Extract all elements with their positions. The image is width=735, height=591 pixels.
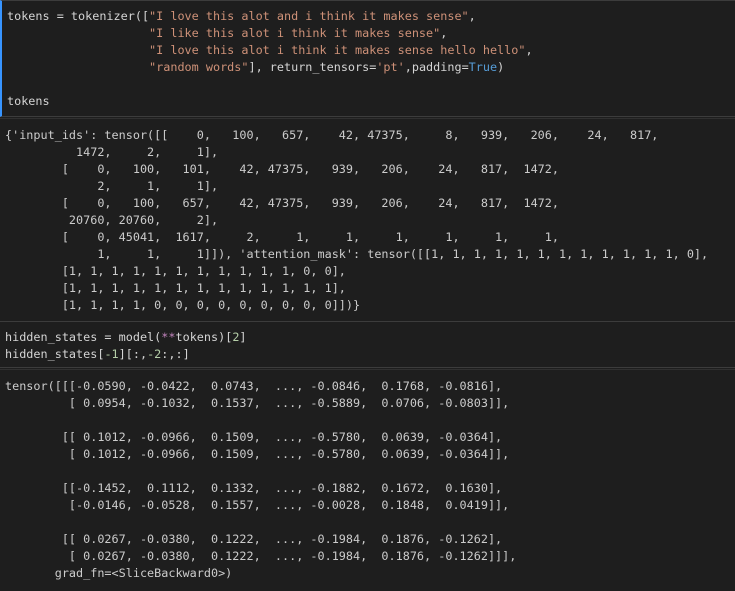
code-token: "random words" bbox=[149, 60, 249, 74]
code-editor-hidden-states[interactable]: hidden_states = model(**tokens)[2] hidden… bbox=[0, 322, 735, 363]
output-text-hidden-states: tensor([[[-0.0590, -0.0422, 0.0743, ...,… bbox=[0, 370, 735, 582]
code-token: "I love this alot and i think it makes s… bbox=[149, 9, 469, 23]
output-line: 1472, 2, 1], bbox=[5, 145, 219, 159]
output-line: [[ 0.1012, -0.0966, 0.1509, ..., -0.5780… bbox=[5, 430, 503, 444]
code-token: "I love this alot i think it makes sense… bbox=[149, 43, 526, 57]
code-token: tokens bbox=[7, 94, 50, 108]
code-line: tokens bbox=[7, 93, 735, 110]
code-line: "random words"], return_tensors='pt',pad… bbox=[7, 59, 735, 76]
code-token: , bbox=[468, 9, 476, 23]
output-line: [ 0.0954, -0.1032, 0.1537, ..., -0.5889,… bbox=[5, 396, 510, 410]
output-line: [ 0.1012, -0.0966, 0.1509, ..., -0.5780,… bbox=[5, 447, 510, 461]
output-line: {'input_ids': tensor([[ 0, 100, 657, 42,… bbox=[5, 128, 659, 142]
code-line: "I love this alot i think it makes sense… bbox=[7, 42, 735, 59]
code-token: -2 bbox=[147, 347, 162, 361]
code-token: ) bbox=[497, 60, 505, 74]
output-text-tokens: {'input_ids': tensor([[ 0, 100, 657, 42,… bbox=[0, 119, 735, 314]
code-token: 'pt' bbox=[376, 60, 405, 74]
output-line: [1, 1, 1, 1, 0, 0, 0, 0, 0, 0, 0, 0, 0]]… bbox=[5, 298, 361, 312]
code-token: ], return_tensors= bbox=[248, 60, 377, 74]
output-line: 2, 1, 1], bbox=[5, 179, 219, 193]
code-token: , bbox=[525, 43, 533, 57]
output-line: [[ 0.0267, -0.0380, 0.1222, ..., -0.1984… bbox=[5, 532, 503, 546]
code-cell-hidden-states[interactable]: hidden_states = model(**tokens)[2] hidden… bbox=[0, 321, 735, 368]
code-line: tokens = tokenizer(["I love this alot an… bbox=[7, 8, 735, 25]
output-line: [ 0, 100, 657, 42, 47375, 939, 206, 24, … bbox=[5, 196, 559, 210]
code-token: ** bbox=[161, 330, 176, 344]
code-token: tokens = tokenizer([ bbox=[7, 9, 150, 23]
code-token: ] bbox=[239, 330, 247, 344]
code-token: "I like this alot i think it makes sense… bbox=[149, 26, 441, 40]
code-token: ,padding= bbox=[404, 60, 469, 74]
output-line: [ 0, 45041, 1617, 2, 1, 1, 1, 1, 1, 1, bbox=[5, 230, 559, 244]
output-line: 20760, 20760, 2], bbox=[5, 213, 219, 227]
output-line: [ 0, 100, 101, 42, 47375, 939, 206, 24, … bbox=[5, 162, 559, 176]
code-token: hidden_states[ bbox=[5, 347, 105, 361]
code-line: "I like this alot i think it makes sense… bbox=[7, 25, 735, 42]
output-cell-tokens: {'input_ids': tensor([[ 0, 100, 657, 42,… bbox=[0, 118, 735, 320]
output-line: grad_fn=<SliceBackward0>) bbox=[5, 566, 233, 580]
code-token: :,:] bbox=[161, 347, 190, 361]
output-line: [1, 1, 1, 1, 1, 1, 1, 1, 1, 1, 1, 0, 0], bbox=[5, 264, 346, 278]
code-token: ][:, bbox=[118, 347, 148, 361]
code-line: hidden_states = model(**tokens)[2] bbox=[5, 329, 735, 346]
output-line: [-0.0146, -0.0528, 0.1557, ..., -0.0028,… bbox=[5, 498, 510, 512]
code-token: -1 bbox=[104, 347, 119, 361]
code-cell-tokenizer[interactable]: tokens = tokenizer(["I love this alot an… bbox=[0, 0, 735, 117]
code-token: True bbox=[468, 60, 498, 74]
code-editor-tokenizer[interactable]: tokens = tokenizer(["I love this alot an… bbox=[2, 1, 735, 110]
code-token: hidden_states = model( bbox=[5, 330, 162, 344]
output-line: [ 0.0267, -0.0380, 0.1222, ..., -0.1984,… bbox=[5, 549, 517, 563]
code-token: , bbox=[440, 26, 448, 40]
code-token: tokens)[ bbox=[175, 330, 233, 344]
output-line: [[-0.1452, 0.1112, 0.1332, ..., -0.1882,… bbox=[5, 481, 503, 495]
code-line: hidden_states[-1][:,-2:,:] bbox=[5, 346, 735, 363]
output-line: tensor([[[-0.0590, -0.0422, 0.0743, ...,… bbox=[5, 379, 503, 393]
output-cell-hidden-states: tensor([[[-0.0590, -0.0422, 0.0743, ...,… bbox=[0, 369, 735, 591]
output-line: [1, 1, 1, 1, 1, 1, 1, 1, 1, 1, 1, 1, 1], bbox=[5, 281, 346, 295]
output-line: 1, 1, 1]]), 'attention_mask': tensor([[1… bbox=[5, 247, 709, 261]
